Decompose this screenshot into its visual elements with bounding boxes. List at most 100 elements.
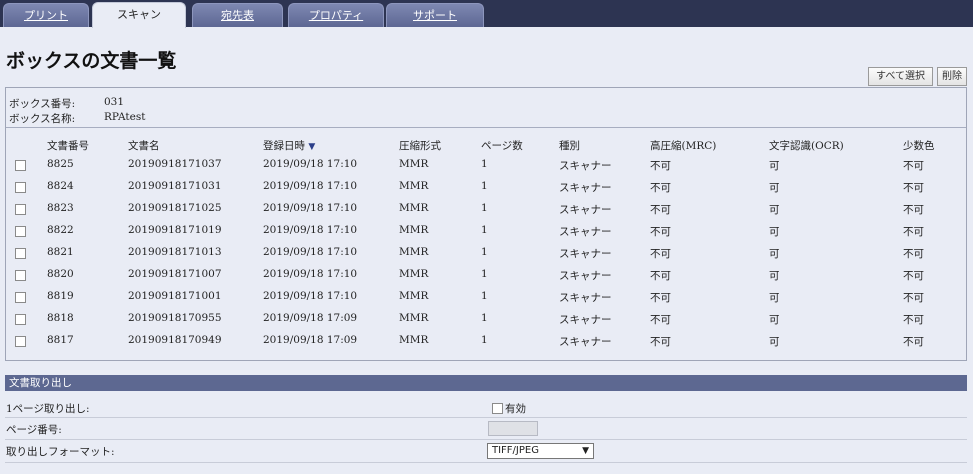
tab-support[interactable]: サポート <box>386 3 484 27</box>
table-row[interactable]: 8820 20190918171007 2019/09/18 17:10 MMR… <box>6 268 966 284</box>
cell-doc-name[interactable]: 20190918170949 <box>128 334 222 346</box>
header-pages[interactable]: ページ数 <box>481 138 523 153</box>
cell-pages: 1 <box>481 246 488 258</box>
cell-doc-name[interactable]: 20190918171001 <box>128 290 222 302</box>
cell-ocr: 可 <box>769 160 780 172</box>
header-reg-date[interactable]: 登録日時 ▼ <box>263 138 315 153</box>
info-divider <box>6 127 966 128</box>
header-ocr[interactable]: 文字認識(OCR) <box>769 138 844 153</box>
header-doc-no[interactable]: 文書番号 <box>47 138 89 153</box>
cell-type: スキャナー <box>559 292 612 304</box>
row-checkbox[interactable] <box>15 336 26 347</box>
cell-doc-no: 8817 <box>47 334 74 346</box>
cell-mrc: 不可 <box>650 204 671 216</box>
cell-reg-date: 2019/09/18 17:09 <box>263 334 358 346</box>
row-checkbox[interactable] <box>15 204 26 215</box>
cell-ocr: 可 <box>769 182 780 194</box>
row-checkbox[interactable] <box>15 182 26 193</box>
cell-doc-name[interactable]: 20190918171037 <box>128 158 222 170</box>
cell-type: スキャナー <box>559 336 612 348</box>
cell-mrc: 不可 <box>650 160 671 172</box>
tab-properties[interactable]: プロパティ <box>288 3 384 27</box>
form-divider <box>5 417 967 418</box>
cell-compression: MMR <box>399 246 429 258</box>
cell-doc-name[interactable]: 20190918171025 <box>128 202 222 214</box>
tab-address-book[interactable]: 宛先表 <box>192 3 283 27</box>
header-doc-name[interactable]: 文書名 <box>128 138 160 153</box>
row-checkbox[interactable] <box>15 292 26 303</box>
cell-doc-no: 8825 <box>47 158 74 170</box>
cell-doc-name[interactable]: 20190918170955 <box>128 312 222 324</box>
table-row[interactable]: 8817 20190918170949 2019/09/18 17:09 MMR… <box>6 334 966 350</box>
page-number-input[interactable] <box>488 421 538 436</box>
cell-doc-name[interactable]: 20190918171007 <box>128 268 222 280</box>
tab-bar: プリント スキャン 宛先表 プロパティ サポート <box>0 0 973 28</box>
row-checkbox[interactable] <box>15 248 26 259</box>
page-number-label: ページ番号: <box>6 424 62 436</box>
cell-type: スキャナー <box>559 204 612 216</box>
table-row[interactable]: 8824 20190918171031 2019/09/18 17:10 MMR… <box>6 180 966 196</box>
cell-few-colors: 不可 <box>903 336 924 348</box>
cell-compression: MMR <box>399 180 429 192</box>
tab-print[interactable]: プリント <box>3 3 89 27</box>
box-number-row: ボックス番号: 031 <box>9 96 124 111</box>
cell-reg-date: 2019/09/18 17:10 <box>263 202 358 214</box>
format-label: 取り出しフォーマット: <box>6 446 115 458</box>
box-name-label: ボックス名称: <box>9 113 76 125</box>
cell-reg-date: 2019/09/18 17:10 <box>263 268 358 280</box>
row-checkbox[interactable] <box>15 160 26 171</box>
delete-button[interactable]: 削除 <box>937 67 967 86</box>
row-checkbox[interactable] <box>15 270 26 281</box>
document-list-panel: ボックス番号: 031 ボックス名称: RPAtest 文書番号 文書名 登録日… <box>5 87 967 361</box>
header-type[interactable]: 種別 <box>559 138 580 153</box>
table-row[interactable]: 8825 20190918171037 2019/09/18 17:10 MMR… <box>6 158 966 174</box>
table-row[interactable]: 8823 20190918171025 2019/09/18 17:10 MMR… <box>6 202 966 218</box>
cell-few-colors: 不可 <box>903 160 924 172</box>
cell-reg-date: 2019/09/18 17:10 <box>263 290 358 302</box>
table-row[interactable]: 8819 20190918171001 2019/09/18 17:10 MMR… <box>6 290 966 306</box>
header-compression[interactable]: 圧縮形式 <box>399 138 441 153</box>
cell-few-colors: 不可 <box>903 204 924 216</box>
cell-compression: MMR <box>399 334 429 346</box>
cell-type: スキャナー <box>559 160 612 172</box>
page-title: ボックスの文書一覧 <box>6 50 177 72</box>
cell-few-colors: 不可 <box>903 292 924 304</box>
cell-mrc: 不可 <box>650 336 671 348</box>
cell-ocr: 可 <box>769 270 780 282</box>
box-name-row: ボックス名称: RPAtest <box>9 111 145 126</box>
cell-compression: MMR <box>399 268 429 280</box>
table-row[interactable]: 8818 20190918170955 2019/09/18 17:09 MMR… <box>6 312 966 328</box>
select-all-button[interactable]: すべて選択 <box>868 67 933 86</box>
cell-ocr: 可 <box>769 314 780 326</box>
tab-scan[interactable]: スキャン <box>92 2 186 28</box>
cell-doc-no: 8823 <box>47 202 74 214</box>
row-checkbox[interactable] <box>15 226 26 237</box>
cell-type: スキャナー <box>559 182 612 194</box>
cell-mrc: 不可 <box>650 292 671 304</box>
cell-mrc: 不可 <box>650 248 671 260</box>
format-select[interactable]: TIFF/JPEG ▼ <box>487 443 594 459</box>
cell-few-colors: 不可 <box>903 270 924 282</box>
cell-doc-no: 8824 <box>47 180 74 192</box>
cell-few-colors: 不可 <box>903 226 924 238</box>
cell-compression: MMR <box>399 202 429 214</box>
cell-ocr: 可 <box>769 248 780 260</box>
cell-ocr: 可 <box>769 204 780 216</box>
row-checkbox[interactable] <box>15 314 26 325</box>
cell-pages: 1 <box>481 268 488 280</box>
table-row[interactable]: 8821 20190918171013 2019/09/18 17:10 MMR… <box>6 246 966 262</box>
cell-pages: 1 <box>481 312 488 324</box>
single-page-checkbox[interactable] <box>492 403 503 414</box>
table-row[interactable]: 8822 20190918171019 2019/09/18 17:10 MMR… <box>6 224 966 240</box>
header-few-colors[interactable]: 少数色 <box>903 138 935 153</box>
cell-doc-name[interactable]: 20190918171013 <box>128 246 222 258</box>
cell-doc-no: 8820 <box>47 268 74 280</box>
cell-reg-date: 2019/09/18 17:10 <box>263 246 358 258</box>
cell-compression: MMR <box>399 224 429 236</box>
cell-doc-name[interactable]: 20190918171031 <box>128 180 222 192</box>
single-page-enable-label: 有効 <box>505 403 526 415</box>
cell-doc-name[interactable]: 20190918171019 <box>128 224 222 236</box>
header-mrc[interactable]: 高圧縮(MRC) <box>650 138 716 153</box>
cell-reg-date: 2019/09/18 17:09 <box>263 312 358 324</box>
cell-pages: 1 <box>481 202 488 214</box>
